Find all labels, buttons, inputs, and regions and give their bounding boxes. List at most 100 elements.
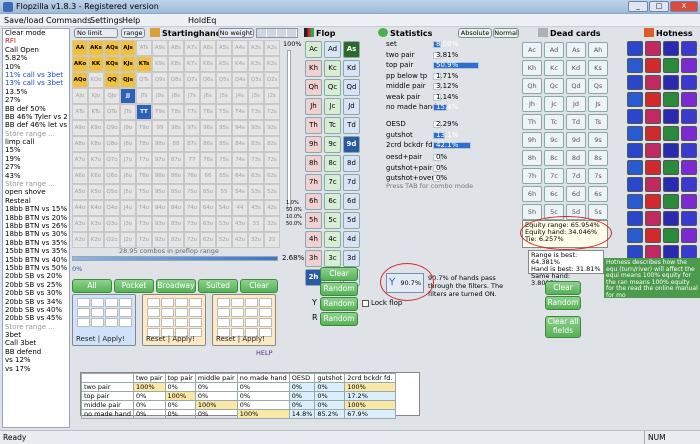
tree-item[interactable]: 11% call vs 3bet — [3, 71, 69, 79]
hotness-card[interactable] — [645, 75, 661, 90]
tree-item[interactable]: 3bet — [3, 331, 69, 339]
flop-card[interactable]: 3h — [305, 250, 322, 267]
hand-cell[interactable]: J3s — [248, 88, 264, 104]
hotness-card[interactable] — [663, 92, 679, 107]
hand-cell[interactable]: 72s — [264, 152, 280, 168]
dead-card[interactable]: Ac — [522, 42, 542, 58]
hand-cell[interactable]: K4o — [88, 200, 104, 216]
hotness-card[interactable] — [645, 194, 661, 209]
hand-cell[interactable]: 93s — [248, 120, 264, 136]
suit-combo-card[interactable] — [259, 298, 272, 307]
hand-cell[interactable]: AKo — [72, 56, 88, 72]
hotness-card[interactable] — [627, 177, 643, 192]
tree-item[interactable]: open shove — [3, 188, 69, 196]
hand-cell[interactable]: 85o — [168, 184, 184, 200]
hand-cell[interactable]: J9s — [152, 88, 168, 104]
suit-combo-card[interactable] — [231, 318, 244, 327]
apply-suits-1[interactable]: Apply! — [102, 335, 125, 343]
flop-card[interactable]: Jd — [343, 98, 360, 115]
hand-cell[interactable]: 74s — [232, 152, 248, 168]
hand-cell[interactable]: Q2o — [104, 232, 120, 248]
suit-combo-card[interactable] — [231, 298, 244, 307]
hotness-card[interactable] — [627, 126, 643, 141]
hand-cell[interactable]: 62o — [200, 232, 216, 248]
flop-card[interactable]: 5d — [343, 212, 360, 229]
hotness-card[interactable] — [627, 228, 643, 243]
dead-card[interactable]: 6h — [522, 186, 542, 202]
hand-cell[interactable]: K5o — [88, 184, 104, 200]
hotness-card[interactable] — [645, 92, 661, 107]
hand-cell[interactable]: 98s — [168, 120, 184, 136]
hand-cell[interactable]: 73o — [184, 216, 200, 232]
hand-cell[interactable]: 42o — [232, 232, 248, 248]
hand-cell[interactable]: K9s — [152, 56, 168, 72]
suit-combo-card[interactable] — [77, 308, 90, 317]
tree-item[interactable]: 18bb BTN vs 35% — [3, 239, 69, 247]
suit-combo-card[interactable] — [245, 298, 258, 307]
hand-cell[interactable]: 77 — [184, 152, 200, 168]
hand-cell[interactable]: 98o — [152, 136, 168, 152]
dead-card[interactable]: Ah — [588, 42, 608, 58]
clear-all-fields-button[interactable]: Clear all fields — [545, 316, 581, 338]
hand-cell[interactable]: T5o — [136, 184, 152, 200]
maximize-button[interactable]: □ — [649, 1, 669, 12]
hand-cell[interactable]: QJs — [120, 72, 136, 88]
suit-combo-card[interactable] — [175, 308, 188, 317]
hand-cell[interactable]: J6o — [120, 168, 136, 184]
hotness-card[interactable] — [663, 58, 679, 73]
hand-cell[interactable]: Q8s — [168, 72, 184, 88]
hand-cell[interactable]: A3o — [72, 216, 88, 232]
dead-card[interactable]: 5s — [588, 204, 608, 220]
hand-cell[interactable]: AQs — [104, 40, 120, 56]
hand-cell[interactable]: A3s — [248, 40, 264, 56]
hand-cell[interactable]: J4s — [232, 88, 248, 104]
hotness-card[interactable] — [681, 211, 697, 226]
hotness-card[interactable] — [627, 92, 643, 107]
hotness-card[interactable] — [645, 41, 661, 56]
hand-cell[interactable]: T3o — [136, 216, 152, 232]
hand-cell[interactable]: 88 — [168, 136, 184, 152]
dead-card[interactable]: 8h — [522, 150, 542, 166]
dead-card[interactable]: 9s — [588, 132, 608, 148]
hand-cell[interactable]: KTo — [88, 104, 104, 120]
hand-cell[interactable]: A9s — [152, 40, 168, 56]
hand-cell[interactable]: Q5s — [216, 72, 232, 88]
absolute-button[interactable]: Absolute — [458, 28, 492, 38]
tree-item[interactable]: 43% — [3, 172, 69, 180]
suit-combo-card[interactable] — [147, 298, 160, 307]
hand-cell[interactable]: 65s — [216, 168, 232, 184]
hand-cell[interactable]: K8o — [88, 136, 104, 152]
hand-cell[interactable]: Q7o — [104, 152, 120, 168]
suit-combo-card[interactable] — [119, 318, 132, 327]
hand-cell[interactable]: J3o — [120, 216, 136, 232]
hotness-card[interactable] — [663, 109, 679, 124]
flop-clear-button[interactable]: Clear — [320, 267, 358, 281]
flop-card[interactable]: 6h — [305, 193, 322, 210]
hand-cell[interactable]: KQo — [88, 72, 104, 88]
flop-card[interactable]: Jh — [305, 98, 322, 115]
flop-card[interactable]: Tc — [324, 117, 341, 134]
hand-cell[interactable]: J5s — [216, 88, 232, 104]
tree-item[interactable]: Store range ... — [3, 323, 69, 331]
hand-cell[interactable]: K6o — [88, 168, 104, 184]
tree-item[interactable]: BB defend — [3, 348, 69, 356]
hotness-card[interactable] — [681, 75, 697, 90]
dead-card[interactable]: 9d — [566, 132, 586, 148]
hand-cell[interactable]: K9o — [88, 120, 104, 136]
hand-cell[interactable]: T9s — [152, 104, 168, 120]
hand-cell[interactable]: ATs — [136, 40, 152, 56]
hand-cell[interactable]: A5o — [72, 184, 88, 200]
river-random-button[interactable]: Random — [320, 312, 358, 326]
hand-cell[interactable]: A8s — [168, 40, 184, 56]
hand-cell[interactable]: JTs — [136, 88, 152, 104]
menu-holdeq[interactable]: HoldEq — [188, 16, 216, 25]
hand-cell[interactable]: 96s — [200, 120, 216, 136]
suit-combo-card[interactable] — [77, 298, 90, 307]
dead-card[interactable]: Ks — [588, 60, 608, 76]
hand-cell[interactable]: 43s — [248, 200, 264, 216]
hand-cell[interactable]: Q5o — [104, 184, 120, 200]
hand-cell[interactable]: T2s — [264, 104, 280, 120]
suit-combo-card[interactable] — [91, 308, 104, 317]
hand-cell[interactable]: JTo — [120, 104, 136, 120]
hand-cell[interactable]: J8s — [168, 88, 184, 104]
